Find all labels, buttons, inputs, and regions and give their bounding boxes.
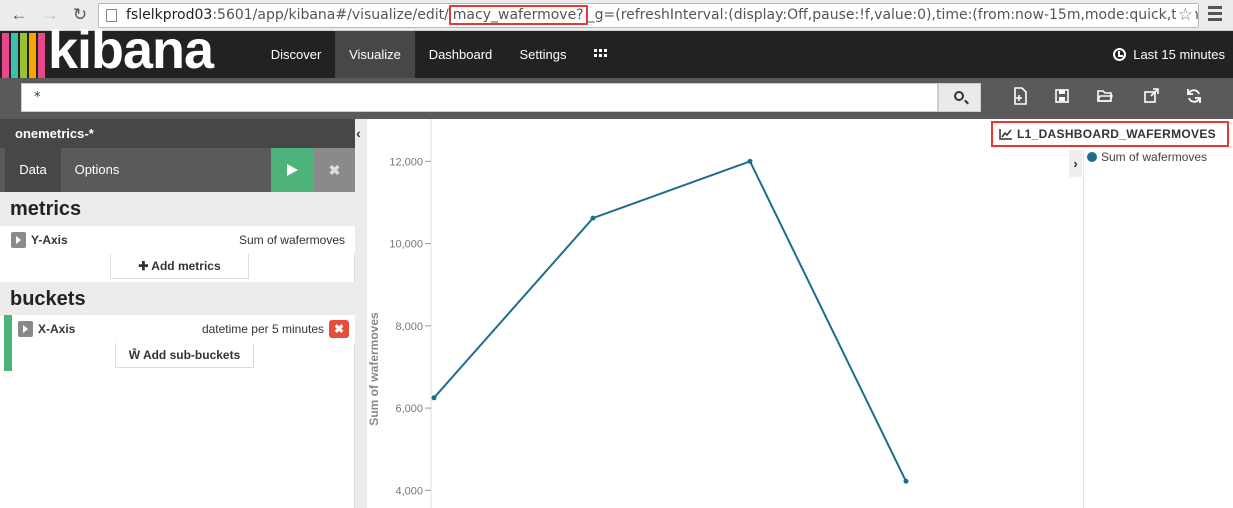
y-tick-label: 6,000 xyxy=(395,403,423,415)
vis-editor-sidebar: onemetrics-* Data Options ✖ metrics Y-Ax… xyxy=(0,119,355,508)
clock-icon xyxy=(1113,48,1127,61)
line-chart: 4,000 6,000 8,000 10,000 12,000 Sum of waferm… xyxy=(367,119,909,508)
bookmark-star-icon[interactable]: ☆ xyxy=(1175,4,1195,27)
refresh-icon[interactable] xyxy=(1186,87,1202,105)
agg-description: Sum of wafermoves xyxy=(238,233,345,247)
sidebar-tabs: Data Options ✖ xyxy=(0,148,355,192)
legend-label: Sum of wafermoves xyxy=(1101,150,1208,164)
metric-agg-row[interactable]: Y-Axis Sum of wafermoves xyxy=(5,226,355,254)
logo-wordmark: kibana xyxy=(48,20,214,80)
sidebar-collapse-strip[interactable]: ‹ xyxy=(355,119,367,508)
back-arrow-icon[interactable]: ← xyxy=(9,5,29,25)
legend-item[interactable]: Sum of wafermoves xyxy=(1087,150,1207,164)
y-tick-label: 10,000 xyxy=(389,239,423,251)
data-point xyxy=(431,395,437,401)
nav-tab-discover[interactable]: Discover xyxy=(258,31,334,78)
collapse-left-icon[interactable]: ‹ xyxy=(356,125,361,141)
index-pattern-title: onemetrics-* xyxy=(0,119,355,148)
agg-description: datetime per 5 minutes xyxy=(201,322,324,336)
buckets-heading: buckets xyxy=(0,282,355,316)
nav-tab-visualize[interactable]: Visualize xyxy=(335,31,415,78)
apply-changes-button[interactable] xyxy=(271,148,314,192)
legend-dot xyxy=(1087,152,1097,162)
expand-toggle-icon[interactable] xyxy=(18,321,33,337)
y-tick-label: 8,000 xyxy=(395,321,423,333)
logo-stripe xyxy=(29,33,36,78)
agg-name: X-Axis xyxy=(38,322,76,336)
agg-name: Y-Axis xyxy=(31,233,68,247)
url-text: fslelkprod03:5601/app/kibana#/visualize/… xyxy=(126,4,1199,27)
nav-tab-settings[interactable]: Settings xyxy=(506,31,580,78)
series-line xyxy=(433,160,907,482)
address-bar[interactable]: fslelkprod03:5601/app/kibana#/visualize/… xyxy=(98,3,1199,28)
kibana-window: ← → ↻ fslelkprod03:5601/app/kibana#/visu… xyxy=(0,0,1233,508)
expand-toggle-icon[interactable] xyxy=(11,232,26,248)
add-metrics-button[interactable]: ✚ Add metrics xyxy=(110,254,249,279)
time-picker-label: Last 15 minutes xyxy=(1133,47,1225,62)
legend-toggle-icon[interactable]: › xyxy=(1069,150,1082,177)
bucket-status-marker xyxy=(4,315,12,371)
new-visualization-icon[interactable] xyxy=(1012,87,1028,105)
url-highlighted-id: macy_wafermove? xyxy=(448,5,588,25)
y-axis-label: Sum of wafermoves xyxy=(367,312,381,426)
data-point xyxy=(747,158,753,164)
line-chart-icon xyxy=(999,129,1012,140)
search-button[interactable] xyxy=(938,83,981,112)
remove-agg-button[interactable]: ✖ xyxy=(329,320,349,338)
open-folder-icon[interactable] xyxy=(1097,87,1113,105)
search-icon xyxy=(954,91,964,101)
share-icon[interactable] xyxy=(1143,87,1159,105)
logo-stripe xyxy=(11,33,18,78)
add-sub-buckets-label: Add sub-buckets xyxy=(142,348,241,362)
y-tick-label: 4,000 xyxy=(395,485,423,497)
logo-stripe xyxy=(2,33,9,78)
apps-grid-icon[interactable] xyxy=(594,49,607,59)
visualization-title-text: L1_DASHBOARD_WAFERMOVES xyxy=(1017,127,1216,141)
logo-stripe xyxy=(38,33,45,78)
metrics-heading: metrics xyxy=(0,192,355,226)
kibana-navbar: kibana Discover Visualize Dashboard Sett… xyxy=(0,20,1233,80)
query-bar xyxy=(0,78,1233,119)
visualization-title: L1_DASHBOARD_WAFERMOVES xyxy=(991,121,1229,147)
nav-tab-dashboard[interactable]: Dashboard xyxy=(415,31,506,78)
tab-data[interactable]: Data xyxy=(5,148,61,192)
add-metrics-label: Add metrics xyxy=(151,259,221,273)
add-sub-buckets-button[interactable]: Ŵ Add sub-buckets xyxy=(115,343,254,368)
kibana-logo[interactable]: kibana xyxy=(0,20,258,80)
y-tick-label: 12,000 xyxy=(389,156,423,168)
bucket-agg-row[interactable]: X-Axis datetime per 5 minutes ✖ xyxy=(12,315,355,343)
save-icon[interactable] xyxy=(1054,87,1070,105)
browser-menu-icon[interactable] xyxy=(1208,6,1222,25)
legend: Sum of wafermoves xyxy=(1083,150,1233,508)
data-point xyxy=(590,215,596,221)
logo-stripe xyxy=(20,33,27,78)
url-path: :5601/app/kibana#/visualize/edit/ xyxy=(212,7,449,23)
query-input[interactable] xyxy=(21,83,938,112)
discard-changes-button[interactable]: ✖ xyxy=(314,148,355,192)
data-point xyxy=(903,478,909,484)
url-query: _g=(refreshInterval:(display:Off,pause:!… xyxy=(587,7,1199,23)
time-picker[interactable]: Last 15 minutes xyxy=(1113,31,1225,78)
tab-options[interactable]: Options xyxy=(61,148,133,192)
